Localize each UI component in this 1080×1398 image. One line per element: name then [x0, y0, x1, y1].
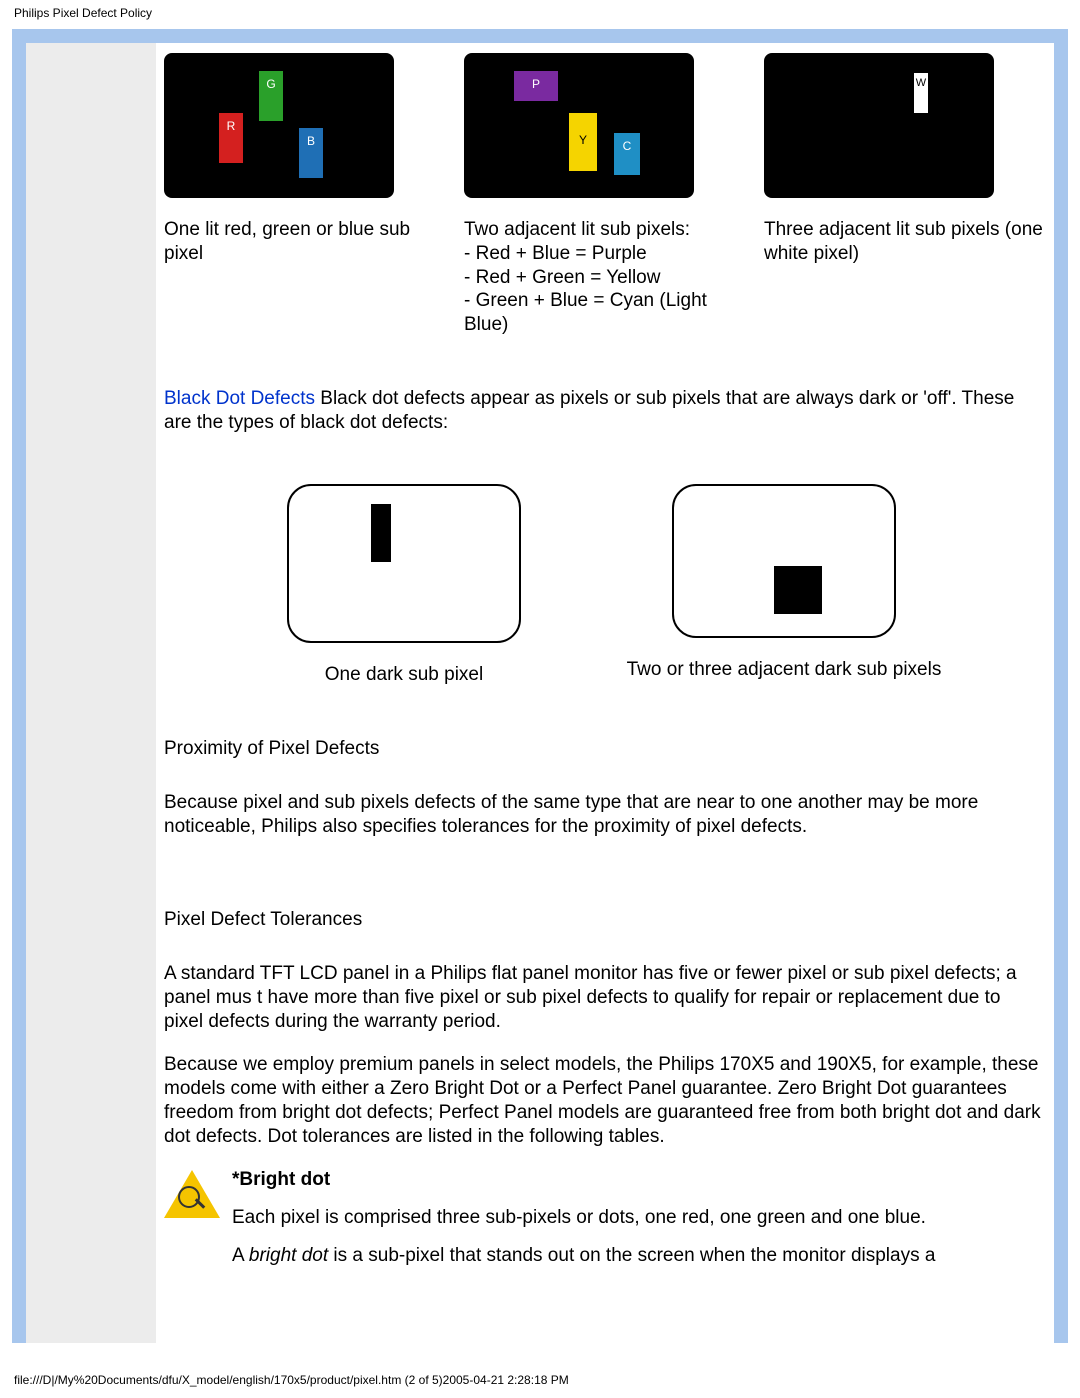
black-dot-paragraph: Black Dot Defects Black dot defects appe…: [164, 387, 1044, 435]
bright-defect-figures: G R B P Y C W: [164, 53, 1044, 218]
figure-pyc: P Y C: [464, 53, 744, 218]
proximity-paragraph: Because pixel and sub pixels defects of …: [164, 791, 1044, 839]
bright-defect-captions: One lit red, green or blue sub pixel Two…: [164, 218, 1044, 337]
bright-dot-text-block: *Bright dot Each pixel is comprised thre…: [232, 1168, 935, 1267]
caption-white: Three adjacent lit sub pixels (one white…: [764, 218, 1044, 266]
dark-defect-figures: One dark sub pixel Two or three adjacent…: [164, 484, 1044, 687]
blackbox-white: W: [764, 53, 994, 198]
subpixel-red: R: [219, 113, 243, 163]
caption-one-dark: One dark sub pixel: [244, 663, 564, 687]
figure-white: W: [764, 53, 1044, 218]
caption-pyc-l3: - Red + Green = Yellow: [464, 266, 744, 290]
tolerances-title: Pixel Defect Tolerances: [164, 908, 1044, 932]
black-dot-label: Black Dot Defects: [164, 388, 315, 409]
figure-rgb: G R B: [164, 53, 444, 218]
dark-subpixel-single: [371, 504, 391, 562]
caption-rgb-text: One lit red, green or blue sub pixel: [164, 218, 444, 266]
caption-pyc-l4: - Green + Blue = Cyan (Light Blue): [464, 289, 744, 337]
figure-one-dark: One dark sub pixel: [244, 484, 564, 687]
blackbox-rgb: G R B: [164, 53, 394, 198]
caption-multi-dark: Two or three adjacent dark sub pixels: [604, 658, 964, 682]
subpixel-white: W: [914, 73, 928, 113]
page-header-title: Philips Pixel Defect Policy: [0, 0, 1080, 25]
bright-dot-line1: Each pixel is comprised three sub-pixels…: [232, 1206, 935, 1230]
bright-dot-line2: A bright dot is a sub-pixel that stands …: [232, 1244, 935, 1268]
subpixel-yellow: Y: [569, 113, 597, 171]
bright-dot-heading: *Bright dot: [232, 1169, 330, 1190]
subpixel-purple: P: [514, 71, 558, 101]
subpixel-blue: B: [299, 128, 323, 178]
bright-dot-line2c: is a sub-pixel that stands out on the sc…: [328, 1245, 935, 1266]
page-frame: G R B P Y C W: [12, 29, 1068, 1343]
whitebox-multi-dark: [672, 484, 896, 638]
figure-multi-dark: Two or three adjacent dark sub pixels: [604, 484, 964, 682]
subpixel-cyan: C: [614, 133, 640, 175]
dark-subpixel-block: [774, 566, 822, 614]
caption-rgb: One lit red, green or blue sub pixel: [164, 218, 444, 266]
page-body: G R B P Y C W: [26, 43, 1054, 1343]
left-sidebar: [26, 43, 156, 1343]
bright-dot-note: *Bright dot Each pixel is comprised thre…: [164, 1168, 1044, 1267]
warning-icon: [164, 1168, 220, 1224]
blackbox-pyc: P Y C: [464, 53, 694, 198]
page-footer-path: file:///D|/My%20Documents/dfu/X_model/en…: [0, 1343, 1080, 1398]
caption-white-text: Three adjacent lit sub pixels (one white…: [764, 218, 1044, 266]
tolerances-para2: Because we employ premium panels in sele…: [164, 1053, 1044, 1148]
bright-dot-line2a: A: [232, 1245, 249, 1266]
caption-pyc-l1: Two adjacent lit sub pixels:: [464, 218, 744, 242]
caption-pyc: Two adjacent lit sub pixels: - Red + Blu…: [464, 218, 744, 337]
main-content: G R B P Y C W: [156, 43, 1054, 1343]
tolerances-para1: A standard TFT LCD panel in a Philips fl…: [164, 962, 1044, 1033]
bright-dot-line2b: bright dot: [249, 1245, 328, 1266]
proximity-title: Proximity of Pixel Defects: [164, 737, 1044, 761]
caption-pyc-l2: - Red + Blue = Purple: [464, 242, 744, 266]
subpixel-green: G: [259, 71, 283, 121]
whitebox-one-dark: [287, 484, 521, 643]
